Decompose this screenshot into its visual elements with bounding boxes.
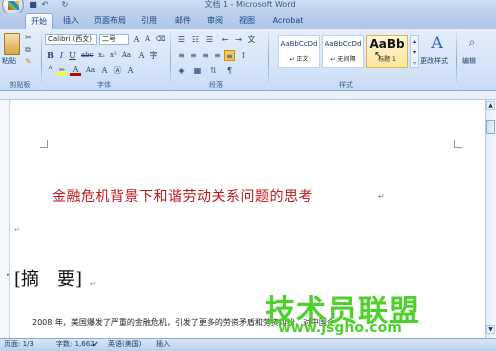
grow-font-icon[interactable]: A xyxy=(131,34,142,45)
bold-icon[interactable]: B xyxy=(45,50,56,61)
subscript-icon[interactable]: x₂ xyxy=(96,50,107,61)
show-marks-icon[interactable]: ¶ xyxy=(224,65,235,76)
paste-label[interactable]: 粘贴 xyxy=(2,56,16,66)
tab-page-layout[interactable]: 页面布局 xyxy=(92,13,128,29)
change-styles-label[interactable]: 更改样式 xyxy=(420,56,448,66)
vertical-scrollbar[interactable] xyxy=(485,100,496,338)
margin-mark xyxy=(454,140,462,148)
paste-icon[interactable] xyxy=(4,33,20,55)
proofing-icon[interactable]: ✔ xyxy=(92,339,102,350)
superscript-icon[interactable]: x² xyxy=(108,50,119,61)
enclose-char-icon[interactable]: 字 xyxy=(148,50,159,61)
change-styles-icon[interactable]: A xyxy=(428,34,446,52)
document-title[interactable]: 金融危机背景下和谐劳动关系问题的思考 xyxy=(52,186,313,206)
insert-mode[interactable]: 插入 xyxy=(156,339,170,350)
style-no-spacing-name: ↵ 无间隔 xyxy=(330,56,356,63)
phonetic-guide-icon[interactable]: A xyxy=(99,65,110,76)
tab-review[interactable]: 审阅 xyxy=(204,13,226,29)
tab-references[interactable]: 引用 xyxy=(138,13,160,29)
scroll-thumb[interactable] xyxy=(486,120,495,134)
numbering-icon[interactable]: ☷ xyxy=(190,34,201,45)
bullets-icon[interactable]: ☰ xyxy=(176,34,187,45)
char-shading-icon[interactable]: A xyxy=(136,50,147,61)
undo-icon[interactable]: ↶ xyxy=(40,0,50,10)
clear-format-icon[interactable]: ⌫ xyxy=(155,34,166,45)
distributed-icon[interactable]: ≡ xyxy=(224,50,235,61)
group-divider xyxy=(170,31,171,89)
tab-view[interactable]: 视图 xyxy=(236,13,258,29)
style-no-spacing[interactable]: AaBbCcDd ↵ 无间隔 xyxy=(322,35,364,68)
font-color-icon[interactable]: A xyxy=(70,65,81,76)
text-effect-icon[interactable]: ᴬ xyxy=(45,65,56,76)
margin-mark xyxy=(40,140,48,148)
strikethrough-icon[interactable]: abc xyxy=(81,50,94,61)
style-normal[interactable]: AaBbCcDd ↵ 正文 xyxy=(278,35,320,68)
style-no-spacing-preview: AaBbCcDd xyxy=(324,40,362,48)
chinese-layout-icon[interactable]: 文 xyxy=(246,34,257,45)
paragraph-group-label: 段落 xyxy=(209,81,223,89)
word-count[interactable]: 字数: 1,662 xyxy=(56,339,95,350)
increase-indent-icon[interactable]: ⇥ xyxy=(233,34,244,45)
italic-icon[interactable]: I xyxy=(56,50,67,61)
watermark-url: www.jsgho.com xyxy=(278,320,402,336)
change-case-icon-2[interactable]: Aa xyxy=(85,65,96,76)
abstract-heading[interactable]: [摘 要] xyxy=(14,265,82,291)
group-divider xyxy=(41,31,42,89)
align-left-icon[interactable]: ≡ xyxy=(176,50,187,61)
tab-home[interactable]: 开始 xyxy=(25,13,53,30)
format-painter-icon[interactable]: ✎ xyxy=(25,58,35,66)
shrink-font-icon[interactable]: A xyxy=(142,34,153,45)
clipboard-group-label: 剪贴板 xyxy=(9,81,31,89)
line-spacing-icon[interactable]: ↕ xyxy=(238,50,249,61)
multilevel-list-icon[interactable]: ☰ xyxy=(204,34,215,45)
find-icon[interactable]: ⌕ xyxy=(464,34,480,50)
horizontal-ruler[interactable] xyxy=(0,91,496,100)
style-heading-1-name: 标题 1 xyxy=(378,56,396,63)
scroll-up-icon[interactable]: ▲ xyxy=(486,101,495,110)
editing-label[interactable]: 编辑 xyxy=(462,56,476,66)
align-right-icon[interactable]: ≡ xyxy=(200,50,211,61)
cut-icon[interactable]: ✂ xyxy=(25,34,35,42)
font-group-label: 字体 xyxy=(97,81,111,89)
page-count[interactable]: 页面: 1/3 xyxy=(4,339,34,350)
char-border-icon[interactable]: Ⓐ xyxy=(112,65,123,76)
justify-icon[interactable]: ≡ xyxy=(212,50,223,61)
align-center-icon[interactable]: ≡ xyxy=(188,50,199,61)
sort-icon[interactable]: ⇅ xyxy=(208,65,219,76)
scroll-down-icon[interactable]: ▼ xyxy=(486,325,495,334)
tab-acrobat[interactable]: Acrobat xyxy=(270,13,306,29)
change-case-icon[interactable]: Aa xyxy=(121,50,132,61)
font-size-select[interactable]: 二号 xyxy=(99,34,129,45)
style-normal-name: ↵ 正文 xyxy=(289,56,309,63)
redo-icon[interactable]: ↻ xyxy=(60,0,70,10)
font-family-select[interactable]: Calibri (西文) xyxy=(45,34,97,45)
vertical-ruler[interactable] xyxy=(0,100,10,338)
office-logo-icon xyxy=(8,1,19,10)
borders-icon[interactable]: ▦ xyxy=(192,65,203,76)
style-heading-1[interactable]: AaBb 标题 1 xyxy=(366,35,408,68)
shading-icon[interactable]: ◈ xyxy=(176,65,187,76)
highlight-icon[interactable]: ✏ xyxy=(57,66,67,75)
tab-insert[interactable]: 插入 xyxy=(60,13,82,29)
char-scale-icon[interactable]: A xyxy=(125,65,136,76)
paragraph-mark: ↵ xyxy=(90,280,96,288)
tab-mailings[interactable]: 邮件 xyxy=(172,13,194,29)
save-icon[interactable]: ■ xyxy=(28,0,38,10)
mouse-cursor-icon: ↖ xyxy=(374,50,383,61)
bullet-mark: · xyxy=(6,268,10,282)
copy-icon[interactable]: ⧉ xyxy=(25,46,35,54)
style-heading-1-preview: AaBb xyxy=(369,37,405,51)
decrease-indent-icon[interactable]: ⇤ xyxy=(220,34,231,45)
group-divider xyxy=(268,31,269,89)
language-status[interactable]: 英语(美国) xyxy=(108,339,141,350)
style-normal-preview: AaBbCcDd xyxy=(280,40,318,48)
group-divider xyxy=(456,31,457,89)
paragraph-mark: ↵ xyxy=(378,192,385,201)
styles-scroll[interactable]: ▴ ▾ ▿ xyxy=(410,35,419,68)
window-title: 文档 1 - Microsoft Word xyxy=(204,0,296,9)
underline-icon[interactable]: U xyxy=(67,50,78,61)
styles-group-label: 样式 xyxy=(339,81,353,89)
paragraph-mark: ↵ xyxy=(14,226,20,234)
